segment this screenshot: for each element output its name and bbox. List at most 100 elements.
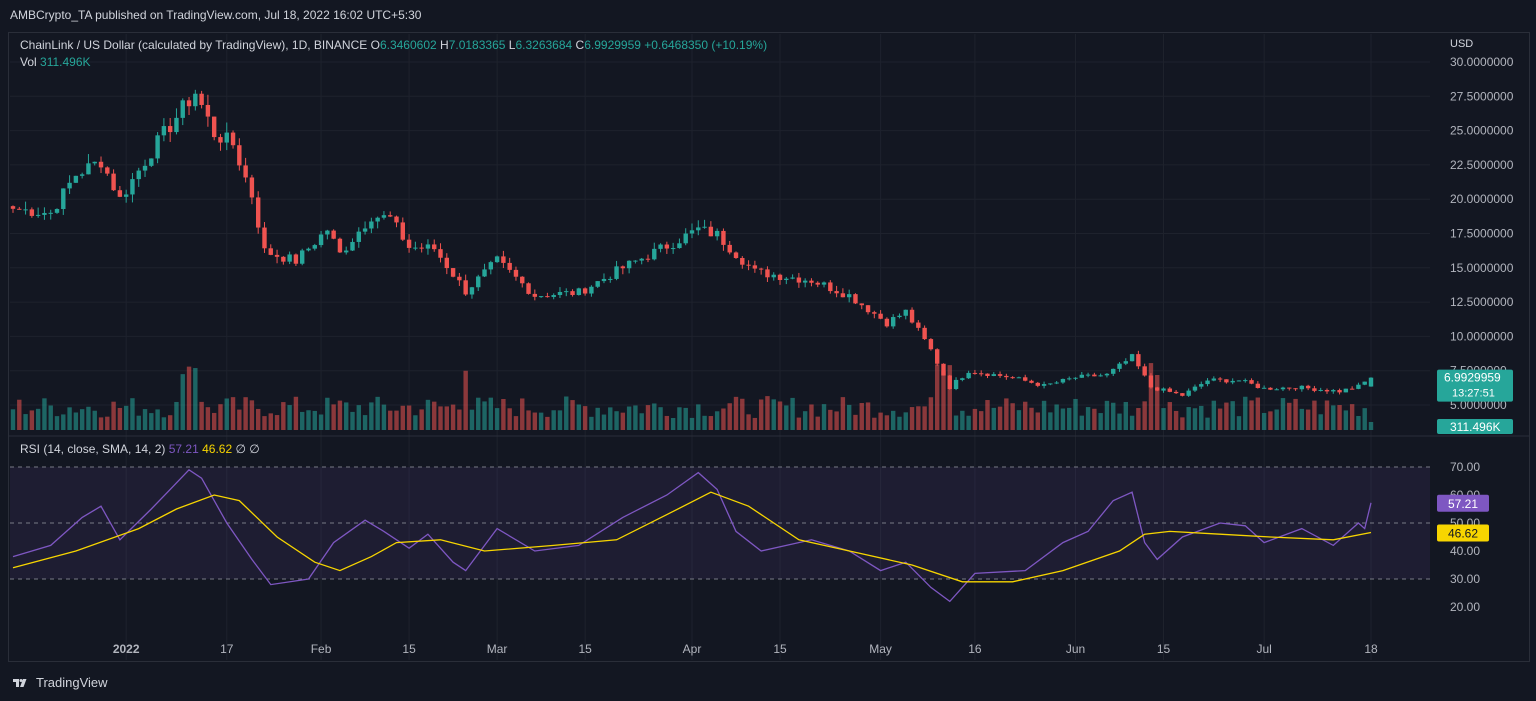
- candle-body: [708, 226, 714, 237]
- candle-body: [884, 318, 890, 327]
- volume-bar: [1199, 405, 1204, 430]
- volume-bar: [872, 417, 877, 430]
- candle-body: [344, 250, 349, 253]
- volume-bar: [123, 405, 129, 430]
- volume-bar: [1362, 408, 1367, 430]
- volume-bar: [1129, 415, 1135, 430]
- volume-bar: [1048, 412, 1053, 430]
- candle-body: [463, 280, 468, 295]
- volume-bar: [476, 397, 481, 430]
- volume-bar: [582, 406, 588, 430]
- candle-body: [1186, 390, 1191, 396]
- volume-bar: [677, 407, 682, 430]
- volume-bar: [520, 398, 525, 430]
- candle-body: [274, 254, 280, 257]
- candle-body: [1142, 366, 1147, 376]
- candle-body: [865, 305, 871, 313]
- volume-bar: [482, 401, 487, 430]
- volume-bar: [98, 417, 104, 430]
- candle-body: [526, 283, 531, 294]
- open-label: O: [370, 38, 380, 52]
- volume-bar: [155, 409, 160, 430]
- volume-bar: [557, 410, 563, 430]
- last-price-label: 6.9929959: [1444, 371, 1501, 385]
- candle-body: [450, 268, 456, 277]
- volume-bar: [526, 410, 531, 430]
- volume-bar: [306, 410, 311, 430]
- candle-body: [1079, 374, 1084, 378]
- candle-body: [155, 135, 160, 159]
- volume-bar: [35, 408, 41, 430]
- volume-bar: [1023, 401, 1028, 430]
- candle-body: [10, 206, 16, 209]
- volume-bar: [450, 404, 456, 430]
- rsi-legend[interactable]: RSI (14, close, SMA, 14, 2) 57.21 46.62 …: [20, 442, 260, 456]
- candle-body: [1368, 377, 1374, 387]
- volume-label: Vol: [20, 55, 37, 69]
- volume-bar: [1274, 409, 1279, 430]
- price-tick-label: 12.5000000: [1450, 295, 1514, 309]
- time-tick-label: 2022: [113, 642, 140, 656]
- volume-bar: [733, 396, 739, 430]
- candle-body: [1224, 379, 1229, 383]
- volume-bar: [325, 397, 330, 430]
- candle-body: [765, 269, 770, 278]
- volume-value: 311.496K: [40, 55, 91, 69]
- volume-bar: [350, 411, 355, 430]
- price-tick-label: 10.0000000: [1450, 329, 1514, 343]
- symbol-legend[interactable]: ChainLink / US Dollar (calculated by Tra…: [20, 38, 767, 52]
- candle-body: [413, 247, 418, 249]
- candle-body: [482, 269, 487, 277]
- tradingview-brand: TradingView: [36, 675, 108, 690]
- chart-canvas[interactable]: USD 30.0000000 27.5000000 25.0000000 22.5000…: [0, 0, 1536, 701]
- candle-body: [325, 230, 330, 235]
- candle-body: [105, 167, 110, 174]
- candle-body: [425, 244, 431, 249]
- candle-body: [746, 264, 751, 266]
- candle-body: [972, 372, 978, 374]
- volume-bar: [1054, 404, 1059, 430]
- volume-bar: [1356, 415, 1361, 430]
- volume-bar: [1343, 410, 1349, 430]
- rsi-sma-value: 46.62: [202, 442, 233, 456]
- volume-bar: [1331, 405, 1336, 430]
- candle-body: [1123, 361, 1129, 364]
- candle-body: [306, 248, 311, 251]
- candle-body: [369, 221, 374, 229]
- candle-body: [98, 161, 104, 168]
- volume-bar: [1192, 408, 1198, 430]
- volume-bar: [828, 409, 833, 430]
- volume-bar: [1067, 407, 1072, 430]
- candle-body: [979, 373, 984, 375]
- volume-bar: [840, 397, 846, 430]
- volume-bar: [205, 407, 211, 430]
- price-tick-label: 20.0000000: [1450, 192, 1514, 206]
- candle-body: [909, 309, 915, 323]
- candle-body: [576, 288, 582, 295]
- volume-bar: [1142, 401, 1147, 430]
- volume-bar: [388, 410, 393, 430]
- change-value: +0.6468350 (+10.19%): [644, 38, 768, 52]
- candle-body: [1104, 373, 1110, 376]
- low-value: 6.3263684: [515, 38, 573, 52]
- candle-body: [1199, 384, 1204, 387]
- candle-body: [834, 291, 839, 294]
- candle-body: [476, 276, 481, 288]
- time-tick-label: 15: [1157, 642, 1171, 656]
- volume-bar: [564, 396, 569, 430]
- volume-bar: [941, 370, 946, 430]
- volume-bar: [413, 415, 418, 430]
- candle-body: [67, 182, 72, 189]
- volume-bar: [626, 406, 632, 430]
- volume-bar: [230, 397, 236, 430]
- volume-legend[interactable]: Vol 311.496K: [20, 55, 91, 69]
- volume-badge-label: 311.496K: [1450, 420, 1501, 434]
- time-tick-label: 17: [220, 642, 234, 656]
- candle-body: [570, 291, 575, 295]
- tradingview-footer[interactable]: TradingView: [12, 675, 108, 690]
- candle-body: [740, 257, 745, 265]
- volume-bar: [10, 409, 16, 430]
- volume-bar: [262, 416, 267, 430]
- volume-bar: [1073, 398, 1078, 430]
- price-tick-label: 17.5000000: [1450, 227, 1514, 241]
